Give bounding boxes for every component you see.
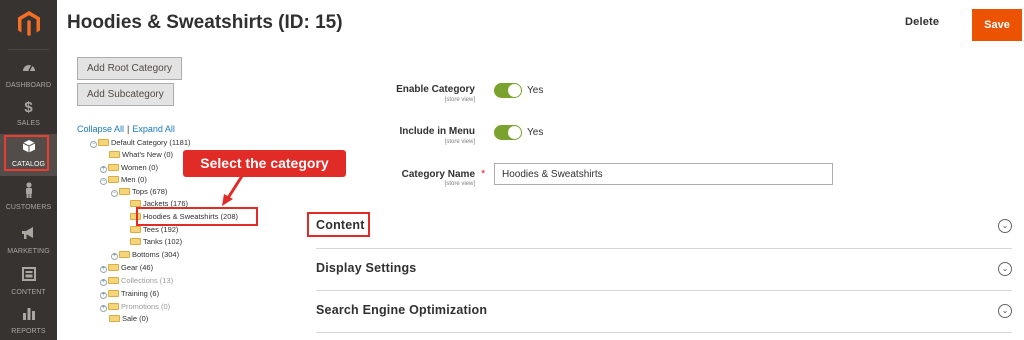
expand-all-link[interactable]: Expand All bbox=[132, 124, 175, 134]
bar-chart-icon bbox=[0, 306, 57, 326]
collapse-toggle-icon[interactable]: − bbox=[90, 141, 97, 148]
collapse-all-link[interactable]: Collapse All bbox=[77, 124, 124, 134]
tree-node-training[interactable]: + Training (6) bbox=[100, 288, 159, 299]
tree-node-sale[interactable]: Sale (0) bbox=[109, 313, 148, 324]
enable-category-toggle[interactable] bbox=[494, 83, 522, 98]
tree-node-collections[interactable]: + Collections (13) bbox=[100, 275, 173, 286]
folder-icon bbox=[108, 164, 119, 171]
folder-icon bbox=[98, 139, 109, 146]
folder-icon bbox=[108, 264, 119, 271]
sidebar-item-label: DASHBOARD bbox=[5, 82, 52, 89]
delete-button[interactable]: Delete bbox=[905, 16, 939, 28]
sidebar-item-label: MARKETING bbox=[7, 248, 50, 255]
category-name-scope: [store view] bbox=[444, 181, 475, 187]
tree-node-men[interactable]: − Men (0) bbox=[100, 174, 147, 185]
sidebar-item-marketing[interactable]: MARKETING bbox=[0, 226, 57, 268]
section-search-engine-optimization[interactable]: Search Engine Optimization ⌄ bbox=[316, 291, 1012, 333]
folder-icon bbox=[109, 315, 120, 322]
sidebar-item-catalog[interactable]: CATALOG bbox=[0, 134, 57, 176]
folder-icon bbox=[108, 176, 119, 183]
enable-category-value: Yes bbox=[527, 85, 544, 96]
section-title: Content bbox=[316, 218, 365, 232]
tree-links: Collapse All | Expand All bbox=[77, 124, 175, 134]
sidebar-item-label: CONTENT bbox=[11, 289, 46, 296]
folder-icon bbox=[119, 251, 130, 258]
expand-toggle-icon[interactable]: + bbox=[100, 266, 107, 273]
sidebar-item-dashboard[interactable]: DASHBOARD bbox=[0, 60, 57, 102]
annotation-arrow-icon bbox=[222, 175, 244, 206]
enable-category-label: Enable Category bbox=[396, 84, 475, 95]
sidebar-item-content[interactable]: CONTENT bbox=[0, 267, 57, 309]
collapse-toggle-icon[interactable]: − bbox=[111, 190, 118, 197]
include-in-menu-label: Include in Menu bbox=[399, 126, 475, 137]
required-asterisk: * bbox=[481, 168, 486, 180]
selected-category-highlight bbox=[136, 207, 258, 226]
tree-node-gear[interactable]: + Gear (46) bbox=[100, 262, 153, 273]
section-divider bbox=[316, 332, 1012, 333]
tree-node-women[interactable]: + Women (0) bbox=[100, 162, 158, 173]
folder-icon bbox=[130, 200, 141, 207]
annotation-callout: Select the category bbox=[183, 150, 346, 177]
enable-category-scope: [store view] bbox=[444, 97, 475, 103]
include-in-menu-value: Yes bbox=[527, 127, 544, 138]
sidebar-item-reports[interactable]: REPORTS bbox=[0, 306, 57, 340]
folder-icon bbox=[119, 188, 130, 195]
add-root-category-button[interactable]: Add Root Category bbox=[77, 57, 183, 80]
collapse-toggle-icon[interactable]: − bbox=[100, 178, 107, 185]
folder-icon bbox=[109, 151, 120, 158]
chevron-down-icon[interactable]: ⌄ bbox=[998, 219, 1012, 233]
expand-toggle-icon[interactable]: + bbox=[100, 279, 107, 286]
catalog-highlight-box bbox=[4, 135, 49, 171]
category-name-input[interactable] bbox=[494, 163, 833, 185]
tree-node-default-category[interactable]: − Default Category (1181) bbox=[90, 137, 191, 148]
tree-node-tanks[interactable]: Tanks (102) bbox=[130, 236, 182, 247]
section-content[interactable]: Content ⌄ bbox=[316, 206, 1012, 248]
folder-icon bbox=[130, 226, 141, 233]
tree-node-promotions[interactable]: + Promotions (0) bbox=[100, 301, 170, 312]
chevron-down-icon[interactable]: ⌄ bbox=[998, 304, 1012, 318]
tree-node-tops[interactable]: − Tops (678) bbox=[111, 186, 167, 197]
tree-node-whats-new[interactable]: What's New (0) bbox=[109, 149, 173, 160]
chevron-down-icon[interactable]: ⌄ bbox=[998, 262, 1012, 276]
expand-toggle-icon[interactable]: + bbox=[111, 253, 118, 260]
section-title: Display Settings bbox=[316, 261, 417, 275]
include-in-menu-scope: [store view] bbox=[444, 139, 475, 145]
dashboard-icon bbox=[0, 60, 57, 80]
page-title: Hoodies & Sweatshirts (ID: 15) bbox=[67, 12, 343, 33]
layout-icon bbox=[0, 267, 57, 287]
include-in-menu-toggle[interactable] bbox=[494, 125, 522, 140]
admin-sidebar: DASHBOARD $ SALES CATALOG CUSTOMERS MARK… bbox=[0, 0, 57, 340]
section-title: Search Engine Optimization bbox=[316, 303, 488, 317]
expand-toggle-icon[interactable]: + bbox=[100, 292, 107, 299]
link-separator: | bbox=[127, 124, 130, 134]
sidebar-divider bbox=[8, 49, 49, 50]
dollar-icon: $ bbox=[24, 99, 33, 116]
sidebar-item-label: CUSTOMERS bbox=[5, 204, 52, 211]
expand-toggle-icon[interactable]: + bbox=[100, 305, 107, 312]
folder-icon bbox=[108, 277, 119, 284]
folder-icon bbox=[108, 303, 119, 310]
person-icon bbox=[0, 182, 57, 202]
folder-icon bbox=[108, 290, 119, 297]
folder-icon bbox=[130, 238, 141, 245]
sidebar-item-label: REPORTS bbox=[11, 328, 46, 335]
admin-app: DASHBOARD $ SALES CATALOG CUSTOMERS MARK… bbox=[0, 0, 1024, 340]
megaphone-icon bbox=[0, 226, 57, 246]
magento-logo-icon[interactable] bbox=[0, 0, 57, 48]
sidebar-item-customers[interactable]: CUSTOMERS bbox=[0, 182, 57, 224]
save-button[interactable]: Save bbox=[972, 9, 1022, 41]
sidebar-item-label: SALES bbox=[16, 120, 41, 127]
category-name-label: Category Name bbox=[401, 169, 475, 180]
add-subcategory-button[interactable]: Add Subcategory bbox=[77, 83, 174, 106]
section-display-settings[interactable]: Display Settings ⌄ bbox=[316, 249, 1012, 291]
tree-node-bottoms[interactable]: + Bottoms (304) bbox=[111, 249, 179, 260]
expand-toggle-icon[interactable]: + bbox=[100, 166, 107, 173]
